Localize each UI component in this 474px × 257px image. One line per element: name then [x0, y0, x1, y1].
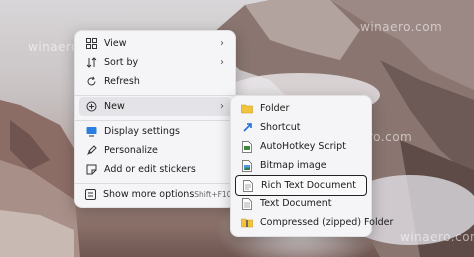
submenu-item-shortcut[interactable]: Shortcut [235, 118, 367, 137]
submenu-item-label: Rich Text Document [261, 180, 356, 191]
submenu-item-bitmap-image[interactable]: Bitmap image [235, 156, 367, 175]
ahk-icon [241, 140, 253, 153]
watermark: winaero.com [360, 20, 443, 34]
submenu-item-text-document[interactable]: Text Document [235, 194, 367, 213]
grid-icon [85, 38, 97, 50]
menu-separator [75, 183, 235, 184]
menu-item-label: Display settings [104, 126, 180, 137]
menu-item-view[interactable]: View › [79, 34, 231, 53]
refresh-icon [85, 76, 97, 88]
plus-circle-icon [85, 101, 97, 113]
submenu-item-label: Bitmap image [260, 160, 327, 171]
display-icon [85, 126, 97, 138]
chevron-right-icon: › [220, 57, 224, 68]
shortcut-label: Shift+F10 [194, 190, 232, 199]
menu-separator [75, 120, 235, 121]
menu-item-label: Personalize [104, 145, 158, 156]
chevron-right-icon: › [220, 101, 224, 112]
menu-item-label: Sort by [104, 57, 139, 68]
submenu-item-folder[interactable]: Folder [235, 99, 367, 118]
zip-folder-icon [241, 217, 253, 229]
new-submenu: Folder Shortcut AutoHotkey Script Bitmap… [230, 95, 393, 237]
submenu-item-label: Shortcut [260, 122, 301, 133]
submenu-item-label: Folder [260, 103, 290, 114]
desktop-context-menu: View › Sort by › Refresh New › Display s… [74, 30, 236, 208]
menu-item-new[interactable]: New › [79, 97, 231, 116]
submenu-item-autohotkey-script[interactable]: AutoHotkey Script [235, 137, 367, 156]
menu-item-display-settings[interactable]: Display settings [79, 122, 231, 141]
menu-item-sort-by[interactable]: Sort by › [79, 53, 231, 72]
menu-item-show-more-options[interactable]: Show more options Shift+F10 [79, 185, 231, 204]
shortcut-icon [241, 122, 253, 134]
folder-icon [241, 103, 253, 115]
rtf-document-icon [242, 179, 254, 192]
menu-item-label: Refresh [104, 76, 140, 87]
menu-separator [75, 95, 235, 96]
submenu-item-label: AutoHotkey Script [260, 141, 346, 152]
menu-item-label: Add or edit stickers [104, 164, 196, 175]
submenu-item-label: Compressed (zipped) Folder [260, 217, 394, 228]
brush-icon [85, 145, 97, 157]
sticker-icon [85, 164, 97, 176]
menu-item-personalize[interactable]: Personalize [79, 141, 231, 160]
sort-icon [85, 57, 97, 69]
submenu-item-label: Text Document [260, 198, 332, 209]
text-document-icon [241, 197, 253, 210]
menu-item-label: New [104, 101, 125, 112]
menu-item-label: Show more options [103, 189, 195, 200]
watermark: winaero.com [400, 230, 474, 244]
menu-item-label: View [104, 38, 127, 49]
chevron-right-icon: › [220, 38, 224, 49]
submenu-item-compressed-folder[interactable]: Compressed (zipped) Folder [235, 213, 393, 232]
bitmap-icon [241, 159, 253, 172]
submenu-item-rich-text-document[interactable]: Rich Text Document [235, 175, 367, 196]
menu-item-add-edit-stickers[interactable]: Add or edit stickers [79, 160, 231, 179]
menu-item-refresh[interactable]: Refresh [79, 72, 231, 91]
more-options-icon [85, 189, 96, 201]
